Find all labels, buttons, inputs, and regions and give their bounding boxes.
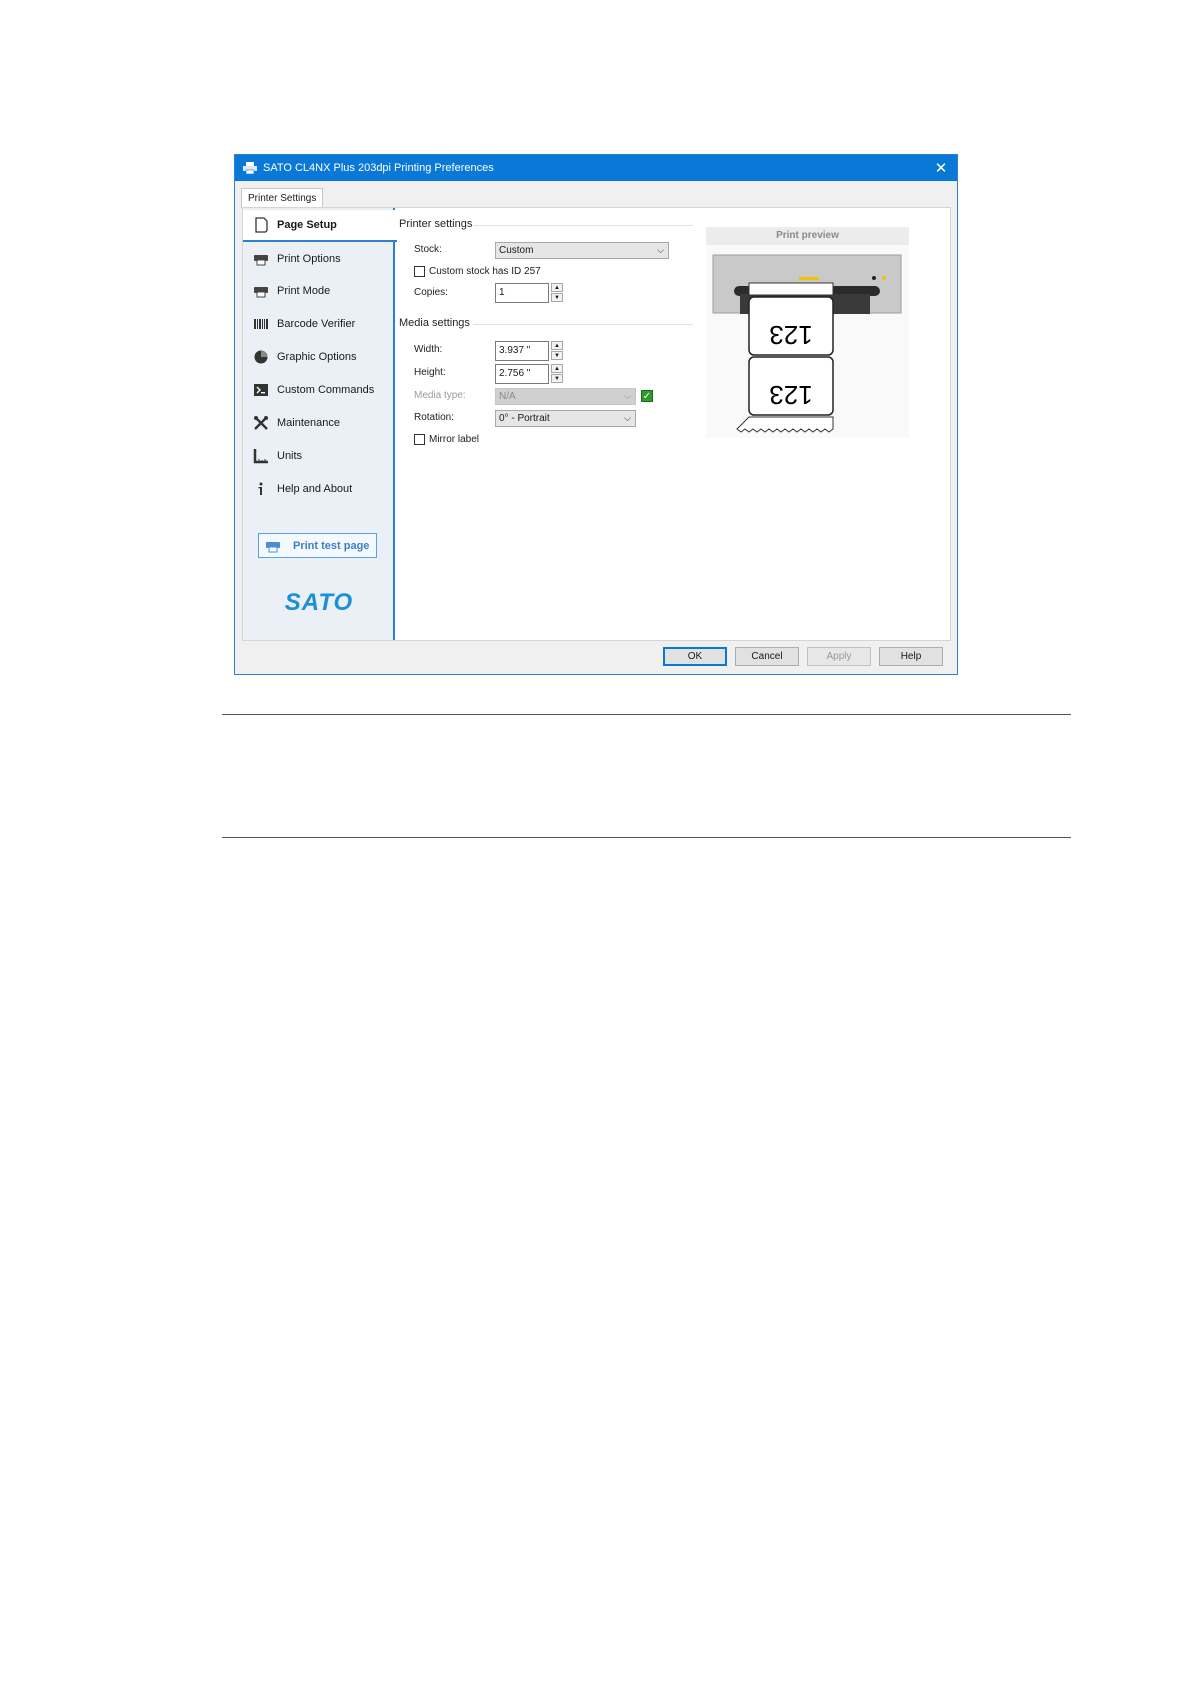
label-text: 123 (769, 380, 812, 410)
sidebar-item-units[interactable]: Units (243, 440, 395, 472)
sidebar-item-label: Graphic Options (277, 351, 357, 363)
printing-preferences-dialog: SATO CL4NX Plus 203dpi Printing Preferen… (234, 154, 958, 675)
cancel-button[interactable]: Cancel (735, 647, 799, 666)
print-preview-heading: Print preview (706, 227, 909, 245)
horizontal-rule (222, 837, 1071, 838)
sidebar-item-barcode-verifier[interactable]: Barcode Verifier (243, 308, 395, 340)
spin-up-icon[interactable]: ▲ (551, 364, 563, 373)
sidebar-item-label: Custom Commands (277, 384, 375, 396)
info-icon (258, 482, 263, 495)
chevron-down-icon: ⌵ (624, 391, 631, 401)
media-settings-heading: Media settings (399, 317, 470, 329)
close-icon: ✕ (934, 160, 948, 177)
title-bar[interactable]: SATO CL4NX Plus 203dpi Printing Preferen… (235, 155, 957, 181)
ok-button[interactable]: OK (663, 647, 727, 666)
sato-logo: SATO (272, 589, 366, 618)
sidebar-item-help-and-about[interactable]: Help and About (243, 473, 395, 505)
sidebar-item-print-options[interactable]: Print Options (243, 243, 395, 275)
sidebar-item-label: Barcode Verifier (277, 318, 356, 330)
sidebar: Page Setup Print Options Print Mode Barc… (243, 208, 397, 640)
width-stepper[interactable]: ▲ ▼ (551, 341, 563, 361)
tab-strip: Printer Settings (241, 188, 324, 208)
chevron-down-icon: ⌵ (624, 413, 631, 423)
horizontal-rule (222, 714, 1071, 715)
apply-button[interactable]: Apply (807, 647, 871, 666)
ruler-icon (253, 449, 268, 464)
stock-select[interactable]: Custom ⌵ (495, 242, 669, 259)
terminal-icon (254, 384, 268, 396)
custom-stock-label: Custom stock has ID 257 (429, 266, 541, 277)
sidebar-item-maintenance[interactable]: Maintenance (243, 407, 395, 439)
printer-illustration: 123 123 (712, 254, 902, 433)
spin-up-icon[interactable]: ▲ (551, 283, 563, 292)
help-button[interactable]: Help (879, 647, 943, 666)
rotation-select[interactable]: 0° - Portrait ⌵ (495, 410, 636, 427)
spin-up-icon[interactable]: ▲ (551, 341, 563, 350)
sidebar-item-page-setup[interactable]: Page Setup (243, 210, 397, 242)
sidebar-item-label: Print Mode (277, 285, 331, 297)
sidebar-item-custom-commands[interactable]: Custom Commands (243, 374, 395, 406)
sidebar-item-label: Page Setup (277, 219, 337, 231)
custom-stock-checkbox[interactable] (414, 266, 425, 277)
height-input[interactable]: 2.756 " (495, 364, 549, 384)
stock-label: Stock: (414, 244, 442, 255)
sidebar-item-label: Units (277, 450, 303, 462)
media-type-value: N/A (499, 391, 516, 402)
barcode-icon (254, 319, 268, 329)
printer-icon (266, 541, 280, 552)
tab-printer-settings[interactable]: Printer Settings (241, 188, 324, 208)
window-title: SATO CL4NX Plus 203dpi Printing Preferen… (263, 162, 494, 174)
tools-icon (254, 416, 268, 430)
printer-icon (243, 162, 257, 174)
media-type-label: Media type: (414, 390, 466, 401)
chevron-down-icon: ⌵ (657, 245, 664, 255)
page-icon (255, 217, 268, 233)
logo-text: SATO (285, 591, 353, 613)
copies-label: Copies: (414, 287, 448, 298)
height-label: Height: (414, 367, 446, 378)
section-divider (473, 225, 693, 226)
sidebar-item-print-mode[interactable]: Print Mode (243, 275, 395, 307)
mirror-label-text: Mirror label (429, 434, 480, 445)
rotation-value: 0° - Portrait (499, 413, 550, 424)
sidebar-item-label: Print Options (277, 253, 341, 265)
spin-down-icon[interactable]: ▼ (551, 374, 563, 383)
copies-input[interactable]: 1 (495, 283, 549, 303)
copies-stepper[interactable]: ▲ ▼ (551, 283, 563, 303)
media-type-select: N/A ⌵ (495, 388, 636, 405)
spin-down-icon[interactable]: ▼ (551, 351, 563, 360)
check-icon: ✓ (641, 390, 653, 402)
section-divider (473, 324, 693, 325)
sidebar-item-graphic-options[interactable]: Graphic Options (243, 341, 395, 373)
label-text: 123 (769, 320, 812, 350)
width-label: Width: (414, 344, 443, 355)
stock-value: Custom (499, 245, 534, 256)
spin-down-icon[interactable]: ▼ (551, 293, 563, 302)
sidebar-item-label: Maintenance (277, 417, 340, 429)
width-input[interactable]: 3.937 " (495, 341, 549, 361)
print-preview: Print preview 123 123 (706, 227, 909, 438)
printer-icon (254, 255, 268, 266)
pie-icon (254, 350, 268, 364)
print-test-page-label: Print test page (293, 539, 370, 552)
tab-panel: Page Setup Print Options Print Mode Barc… (242, 207, 951, 641)
mirror-label-checkbox[interactable] (414, 434, 425, 445)
print-test-page-button[interactable]: Print test page (258, 533, 377, 558)
sidebar-item-label: Help and About (277, 483, 353, 495)
height-stepper[interactable]: ▲ ▼ (551, 364, 563, 384)
rotation-label: Rotation: (414, 412, 455, 423)
printer-icon (254, 287, 268, 298)
printer-settings-heading: Printer settings (399, 218, 473, 230)
close-button[interactable]: ✕ (931, 158, 951, 178)
